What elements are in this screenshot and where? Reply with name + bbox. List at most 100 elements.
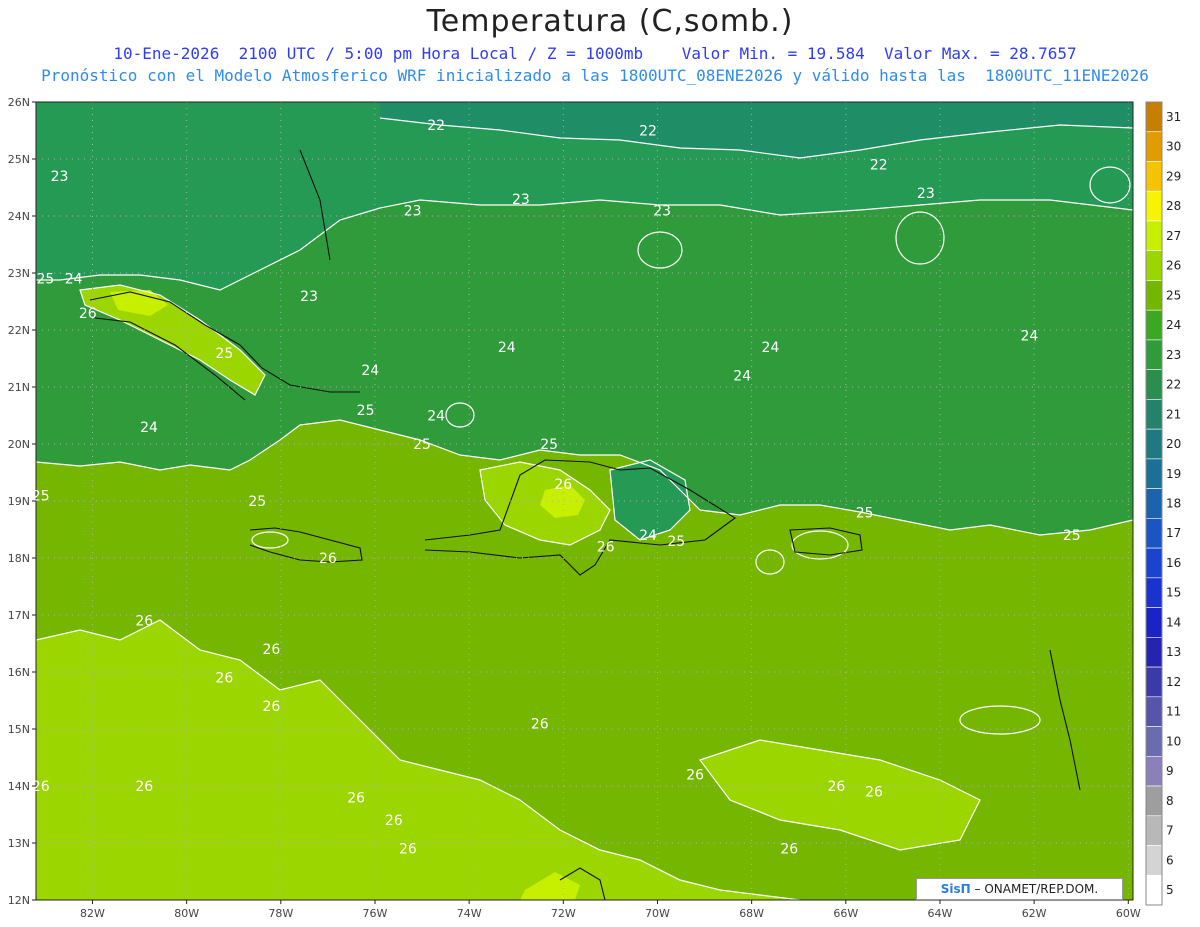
colorbar-swatch bbox=[1145, 666, 1163, 698]
lat-tick-label: 20N bbox=[8, 438, 30, 451]
contour-label: 25 bbox=[667, 534, 685, 550]
colorbar-label: 19 bbox=[1166, 467, 1181, 481]
colorbar-label: 29 bbox=[1166, 169, 1181, 183]
contour-label: 26 bbox=[827, 779, 845, 795]
contour-label: 24 bbox=[762, 340, 780, 356]
colorbar-label: 12 bbox=[1166, 675, 1181, 689]
lat-tick-label: 23N bbox=[8, 267, 30, 280]
colorbar-label: 15 bbox=[1166, 586, 1181, 600]
contour-label: 24 bbox=[140, 420, 158, 436]
contour-label: 25 bbox=[1063, 528, 1081, 544]
lat-tick-label: 25N bbox=[8, 153, 30, 166]
colorbar-swatch bbox=[1145, 755, 1163, 787]
contour-label: 26 bbox=[780, 842, 798, 858]
lon-tick-label: 76W bbox=[363, 907, 388, 920]
colorbar-label: 13 bbox=[1166, 645, 1181, 659]
colorbar-swatch bbox=[1145, 696, 1163, 727]
contour-label: 26 bbox=[262, 642, 280, 658]
lon-tick-label: 64W bbox=[928, 907, 953, 920]
lat-tick-label: 26N bbox=[8, 96, 30, 109]
colorbar-label: 8 bbox=[1166, 794, 1174, 808]
colorbar-swatch bbox=[1145, 339, 1163, 370]
lat-tick-label: 13N bbox=[8, 837, 30, 850]
contour-label: 22 bbox=[427, 118, 445, 134]
longitude-axis: 82W 80W 78W 76W 74W 72W 70W 68W 66W 64W 62W 60W bbox=[80, 900, 1141, 920]
contour-label: 23 bbox=[404, 203, 422, 219]
contour-label: 23 bbox=[51, 169, 69, 185]
lon-tick-label: 66W bbox=[833, 907, 858, 920]
credit-box: SisΠ – ONAMET/REP.DOM. bbox=[916, 878, 1123, 900]
colorbar-swatch bbox=[1145, 250, 1163, 281]
contour-label: 24 bbox=[361, 363, 379, 379]
lon-tick-label: 74W bbox=[457, 907, 482, 920]
colorbar-swatch bbox=[1145, 309, 1163, 341]
sispi-logo: SisΠ bbox=[940, 882, 971, 896]
colorbar-swatch bbox=[1145, 458, 1163, 489]
colorbar-label: 14 bbox=[1166, 615, 1181, 629]
contour-label: 24 bbox=[1021, 329, 1039, 345]
colorbar-swatch bbox=[1145, 726, 1163, 757]
credit-text: – ONAMET/REP.DOM. bbox=[970, 882, 1099, 896]
colorbar-swatch bbox=[1145, 369, 1163, 400]
contour-label: 26 bbox=[347, 790, 365, 806]
colorbar-label: 30 bbox=[1166, 140, 1181, 154]
lat-tick-label: 15N bbox=[8, 723, 30, 736]
colorbar-swatch bbox=[1145, 101, 1163, 133]
lat-tick-label: 24N bbox=[8, 210, 30, 223]
contour-label: 24 bbox=[733, 369, 751, 385]
contour-label: 26 bbox=[32, 779, 50, 795]
contour-label: 26 bbox=[865, 785, 883, 801]
colorbar-swatch bbox=[1145, 815, 1163, 846]
contour-label: 24 bbox=[639, 528, 657, 544]
contour-label: 26 bbox=[215, 671, 233, 687]
contour-label: 26 bbox=[531, 716, 549, 732]
colorbar-label: 21 bbox=[1166, 407, 1181, 421]
contour-label: 26 bbox=[554, 477, 572, 493]
lon-tick-label: 68W bbox=[739, 907, 764, 920]
contour-label: 23 bbox=[917, 186, 935, 202]
lat-tick-label: 17N bbox=[8, 609, 30, 622]
colorbar-swatch bbox=[1145, 577, 1163, 608]
colorbar-label: 7 bbox=[1166, 824, 1174, 838]
colorbar-label: 18 bbox=[1166, 497, 1181, 511]
colorbar-swatch bbox=[1145, 845, 1163, 876]
contour-label: 24 bbox=[498, 340, 516, 356]
contour-label: 26 bbox=[262, 699, 280, 715]
contour-label: 26 bbox=[597, 540, 615, 556]
colorbar-label: 27 bbox=[1166, 229, 1181, 243]
colorbar-swatch bbox=[1145, 785, 1163, 817]
lon-tick-label: 72W bbox=[551, 907, 576, 920]
lon-tick-label: 78W bbox=[268, 907, 293, 920]
colorbar-swatch bbox=[1145, 547, 1163, 579]
lat-tick-label: 19N bbox=[8, 495, 30, 508]
contour-label: 22 bbox=[639, 124, 657, 140]
contour-label: 23 bbox=[300, 289, 318, 305]
colorbar-label: 17 bbox=[1166, 526, 1181, 540]
lat-tick-label: 21N bbox=[8, 381, 30, 394]
lat-tick-label: 12N bbox=[8, 894, 30, 907]
contour-label: 26 bbox=[135, 614, 153, 630]
colorbar-swatch bbox=[1145, 488, 1163, 519]
contour-label: 24 bbox=[65, 272, 83, 288]
contour-label: 26 bbox=[399, 842, 417, 858]
colorbar-swatch bbox=[1145, 220, 1163, 252]
colorbar-swatch bbox=[1145, 518, 1163, 549]
contour-label: 26 bbox=[319, 551, 337, 567]
contour-label: 25 bbox=[357, 403, 375, 419]
lat-tick-label: 22N bbox=[8, 324, 30, 337]
colorbar-label: 6 bbox=[1166, 853, 1174, 867]
lat-tick-label: 18N bbox=[8, 552, 30, 565]
colorbar-label: 24 bbox=[1166, 318, 1181, 332]
colorbar: 31 30 29 28 27 26 25 24 23 22 21 20 19 18 17 16 15 14 13 12… bbox=[1145, 101, 1181, 906]
contour-label: 25 bbox=[37, 272, 55, 288]
contour-label: 24 bbox=[427, 409, 445, 425]
colorbar-label: 10 bbox=[1166, 734, 1181, 748]
colorbar-swatch bbox=[1145, 874, 1163, 906]
colorbar-label: 31 bbox=[1166, 110, 1181, 124]
contour-label: 26 bbox=[385, 813, 403, 829]
colorbar-swatch bbox=[1145, 280, 1163, 311]
colorbar-swatch bbox=[1145, 190, 1163, 222]
contour-label: 23 bbox=[653, 203, 671, 219]
contour-label: 22 bbox=[870, 158, 888, 174]
colorbar-swatch bbox=[1145, 399, 1163, 430]
